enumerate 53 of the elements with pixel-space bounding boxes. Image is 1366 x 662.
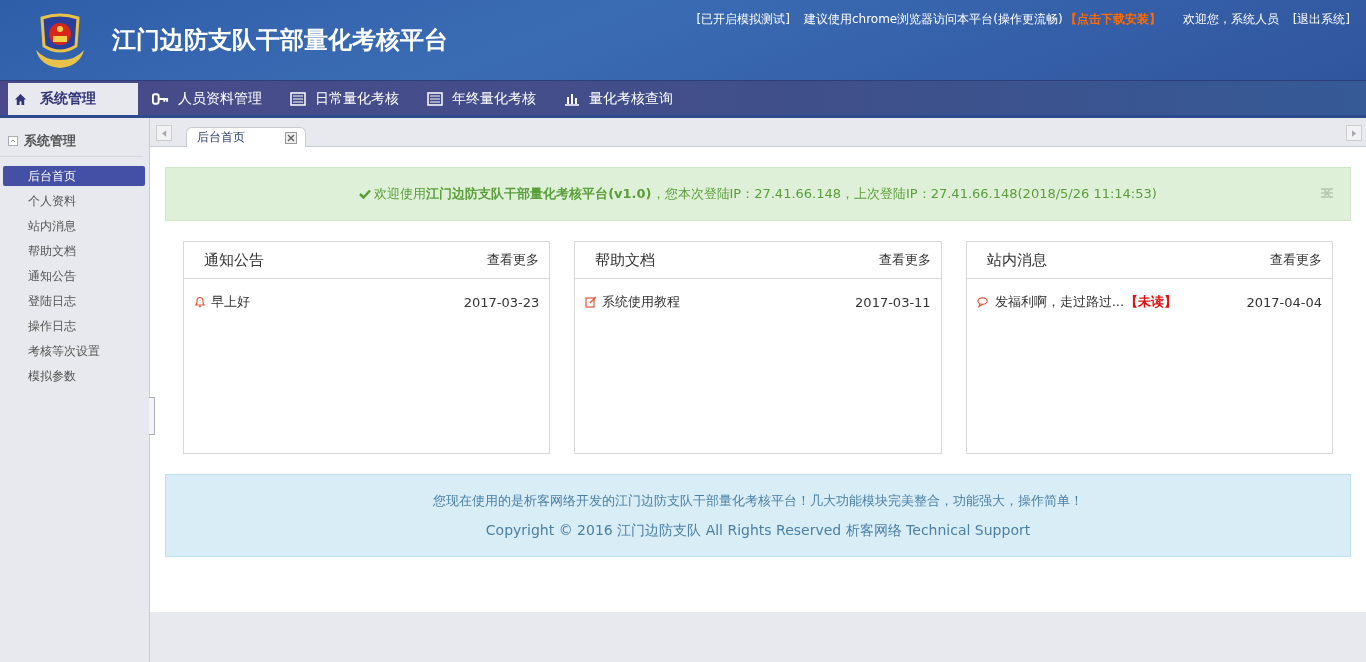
site-title: 江门边防支队干部量化考核平台 <box>112 25 448 56</box>
scroll-left-button[interactable] <box>156 125 172 141</box>
home-icon <box>14 92 27 106</box>
chat-icon <box>976 296 990 308</box>
item-link[interactable]: 发福利啊，走过路过... <box>994 293 1125 311</box>
sidebar-item[interactable]: 通知公告 <box>3 266 145 286</box>
bell-icon <box>194 296 206 308</box>
key-icon <box>152 93 169 105</box>
sidebar-toggle[interactable] <box>149 397 155 435</box>
item-date: 2017-04-04 <box>1246 294 1322 310</box>
sidebar-item[interactable]: 操作日志 <box>3 316 145 336</box>
more-link[interactable]: 查看更多 <box>878 251 931 269</box>
sidebar-item[interactable]: 站内消息 <box>3 216 145 236</box>
sidebar-item[interactable]: 个人资料 <box>3 191 145 211</box>
more-link[interactable]: 查看更多 <box>1270 251 1322 269</box>
bar-chart-icon <box>564 92 580 106</box>
sidebar-item[interactable]: 模拟参数 <box>3 366 145 386</box>
panel-title: 帮助文档 <box>595 250 656 270</box>
list-icon <box>290 92 306 106</box>
left-arrow-icon <box>161 129 167 137</box>
page-tab[interactable]: 后台首页 <box>186 127 306 147</box>
item-date: 2017-03-11 <box>855 294 931 310</box>
item-link[interactable]: 系统使用教程 <box>602 293 681 311</box>
sidebar-item[interactable]: 帮助文档 <box>3 241 145 261</box>
close-icon[interactable] <box>285 131 297 144</box>
item-link[interactable]: 早上好 <box>211 293 250 311</box>
footer-text: 您现在使用的是析客网络开发的江门边防支队干部量化考核平台！几大功能模块完美整合，功能强大，操作简单！ <box>433 491 1083 510</box>
welcome-text: 欢迎使用江门边防支队干部量化考核平台(v1.0)，您本次登陆IP：27.41.66.148，上次登陆IP：27.41.66.148(2018/5/26 11:14:53) <box>374 185 1157 203</box>
panel-title: 站内消息 <box>986 250 1047 270</box>
sidebar-item[interactable]: 考核等次设置 <box>3 341 145 361</box>
check-icon <box>359 189 372 199</box>
nav-tab[interactable]: 系统管理 <box>8 83 138 115</box>
right-arrow-icon <box>1351 129 1357 137</box>
collapse-icon[interactable] <box>8 136 18 146</box>
item-date: 2017-03-23 <box>463 294 540 310</box>
header-text: [已开启模拟测试] <box>696 11 790 28</box>
sidebar-heading: 系统管理 <box>24 132 76 150</box>
header-text: 建议使用chrome浏览器访问本平台(操作更流畅) <box>803 11 1063 28</box>
logout-link[interactable]: [退出系统] <box>1292 11 1350 28</box>
panel-title: 通知公告 <box>204 250 264 270</box>
list-icon <box>427 92 443 106</box>
edit-icon <box>585 296 598 308</box>
more-link[interactable]: 查看更多 <box>487 251 540 269</box>
sidebar-item[interactable]: 后台首页 <box>3 166 145 186</box>
header-text: 欢迎您，系统人员 <box>1182 11 1279 28</box>
unread-label: 【未读】 <box>1125 293 1178 311</box>
nav-tab[interactable]: 量化考核查询 <box>550 83 687 115</box>
sidebar-item[interactable]: 登陆日志 <box>3 291 145 311</box>
nav-tab[interactable]: 人员资料管理 <box>138 83 276 115</box>
nav-tab[interactable]: 年终量化考核 <box>413 83 550 115</box>
scroll-right-button[interactable] <box>1346 125 1362 141</box>
copyright-text: Copyright © 2016 江门边防支队 All Rights Reserved 析客网络 Technical Support <box>485 521 1031 540</box>
nav-tab[interactable]: 日常量化考核 <box>276 83 413 115</box>
